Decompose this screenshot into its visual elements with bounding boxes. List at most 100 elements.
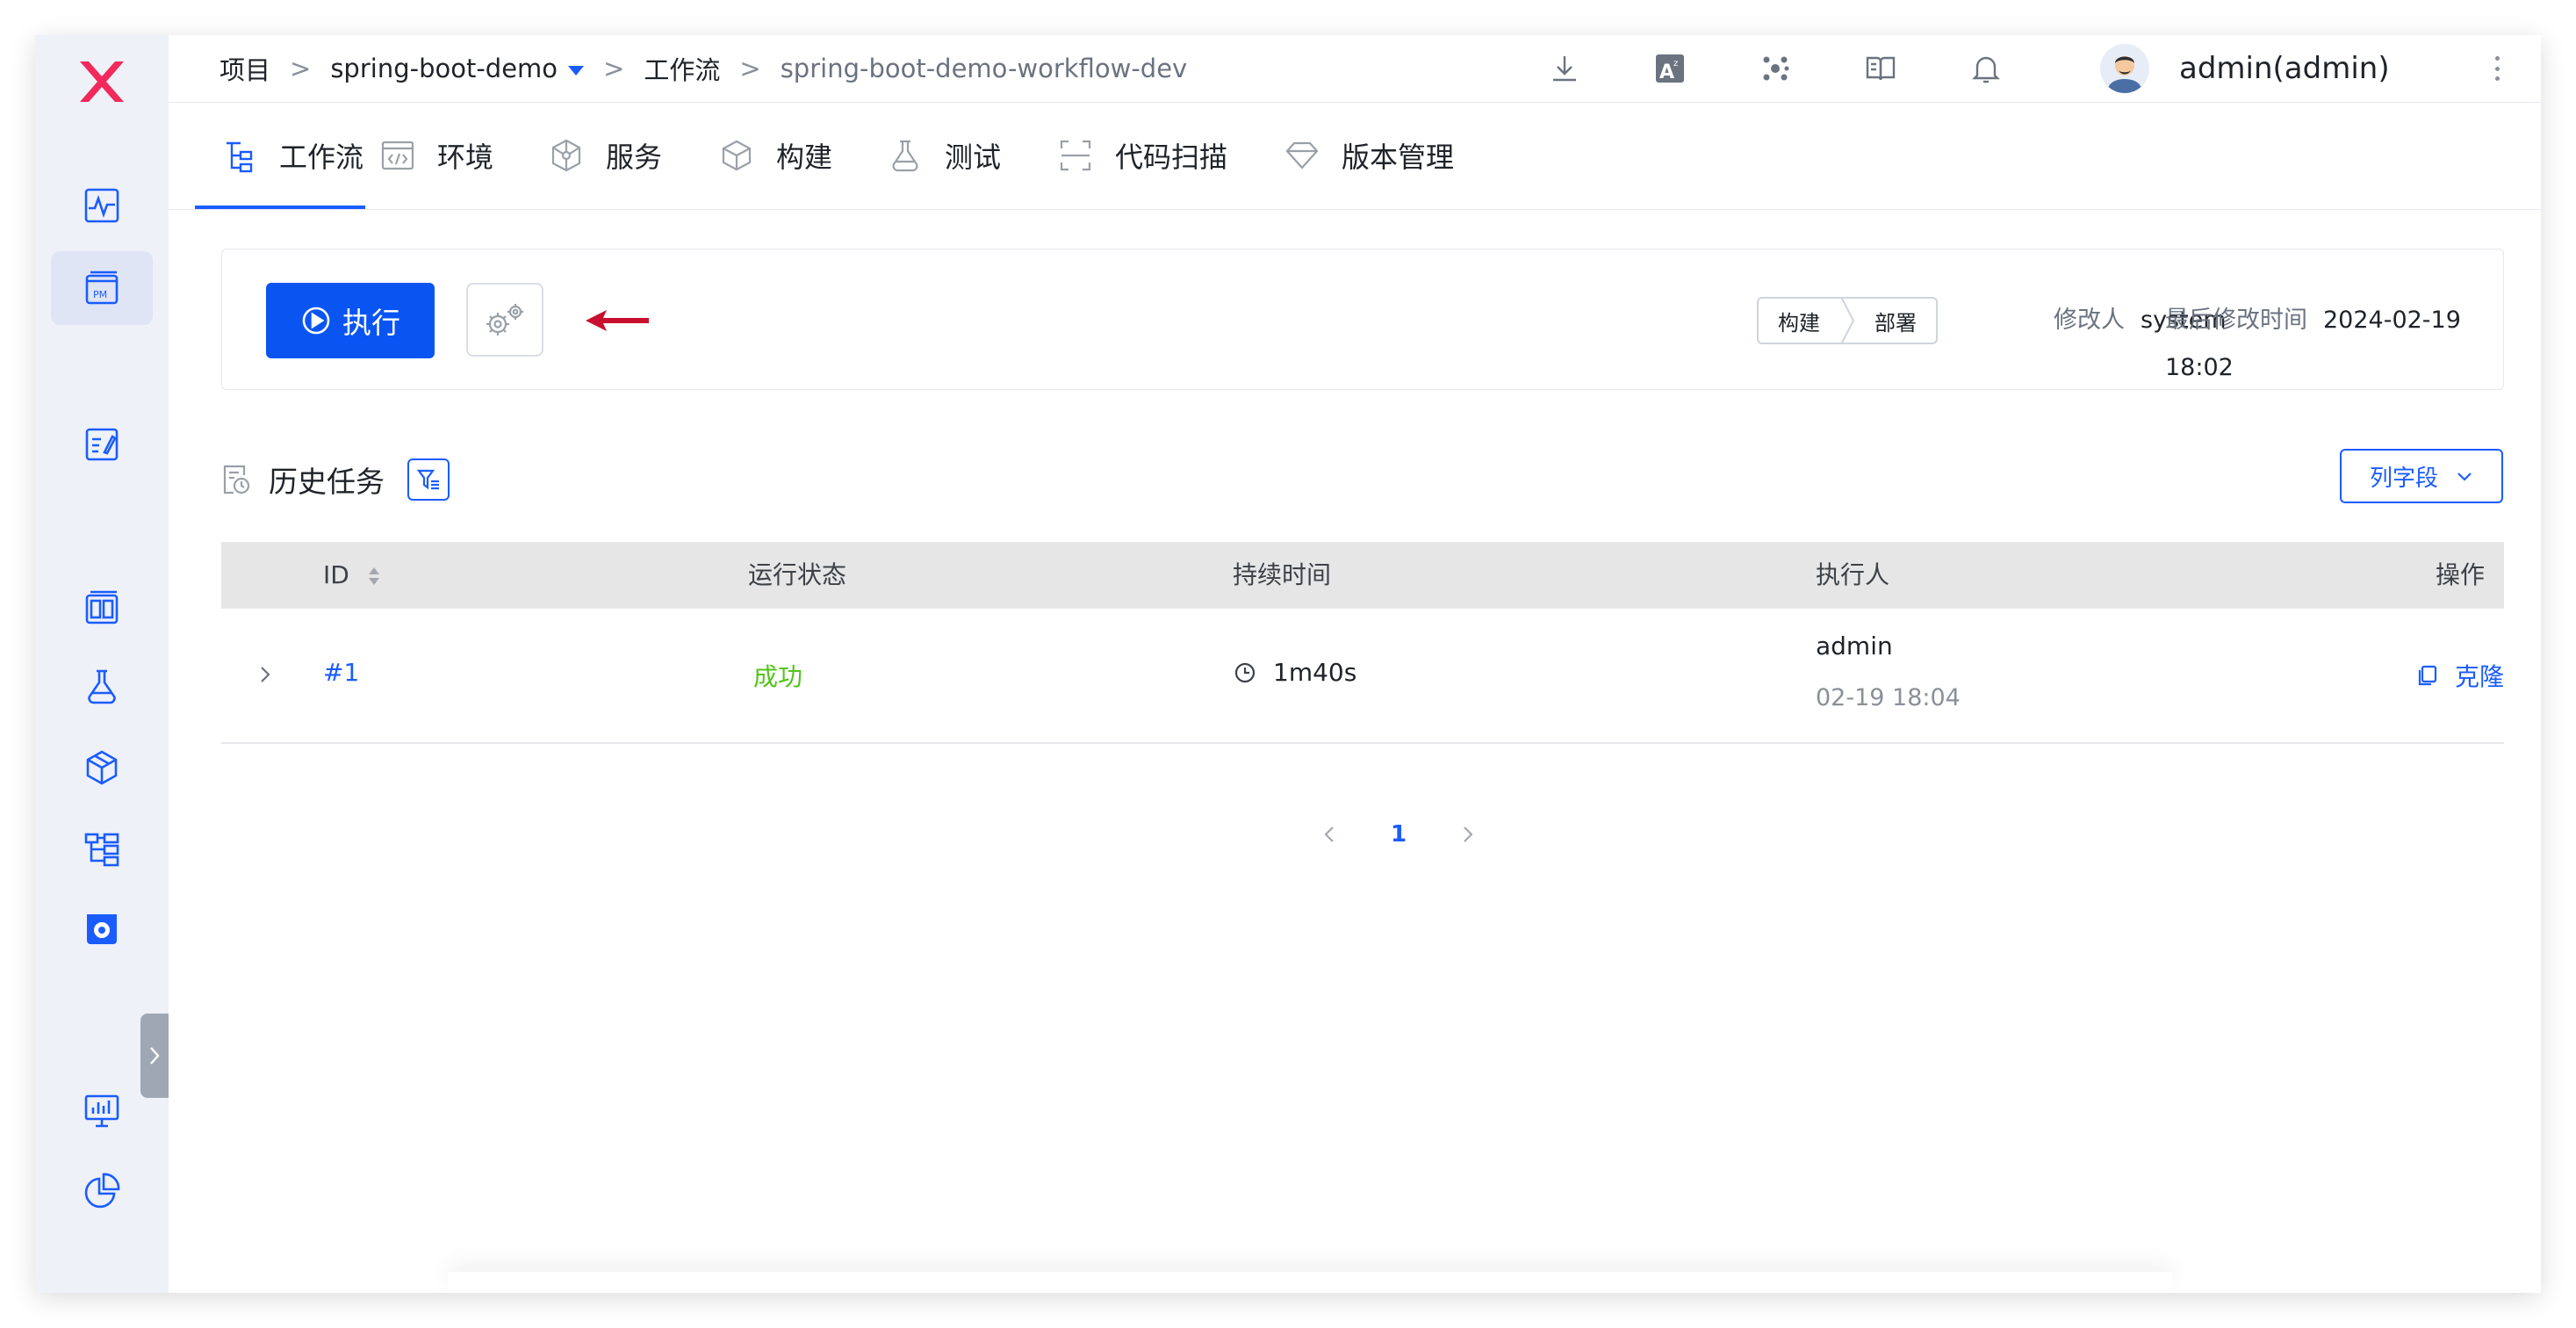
table-header: ID 运行状态 持续时间 执行人 操作 xyxy=(221,542,2504,609)
sidebar-item-settings[interactable] xyxy=(51,892,153,966)
sidebar-item-test[interactable] xyxy=(51,650,153,724)
breadcrumb-separator: > xyxy=(290,54,312,83)
tab-workflow[interactable]: 工作流 xyxy=(194,102,366,209)
sidebar-item-pulse[interactable] xyxy=(51,169,153,242)
history-table: ID 运行状态 持续时间 执行人 操作 #1 成功 1m40s admin 02… xyxy=(221,542,2504,744)
more-menu-icon[interactable] xyxy=(2486,51,2508,86)
edit-icon xyxy=(85,428,119,461)
tab-service[interactable]: 服务 xyxy=(548,102,662,209)
chevron-separator-icon xyxy=(1840,297,1855,344)
next-page-icon[interactable] xyxy=(1456,822,1480,847)
notifications-button[interactable] xyxy=(1967,49,2005,88)
package-icon xyxy=(86,750,118,785)
column-header-actions: 操作 xyxy=(2436,560,2486,589)
pm-icon: PM xyxy=(85,271,119,305)
code-icon xyxy=(381,141,414,170)
run-button[interactable]: 执行 xyxy=(266,283,435,358)
sidebar-item-edit[interactable] xyxy=(51,408,153,481)
stage-deploy[interactable]: 部署 xyxy=(1855,306,1936,336)
workflow-icon xyxy=(227,141,253,173)
zadig-x-logo[interactable] xyxy=(75,54,129,109)
stage-build[interactable]: 构建 xyxy=(1759,306,1839,336)
topbar: 项目 > spring-boot-demo > 工作流 > spring-boo… xyxy=(169,35,2541,103)
sidebar-collapse-handle[interactable] xyxy=(140,1014,169,1098)
clock-icon xyxy=(1234,662,1256,682)
red-arrow-annotation xyxy=(586,310,649,331)
breadcrumb-separator: > xyxy=(603,54,625,83)
avatar[interactable] xyxy=(2100,44,2149,93)
bottom-divider xyxy=(448,1272,2172,1293)
column-header-duration: 持续时间 xyxy=(1233,560,1332,589)
bell-icon xyxy=(1972,56,2000,83)
tab-build[interactable]: 构建 xyxy=(718,102,832,209)
tab-test[interactable]: 测试 xyxy=(887,102,1001,209)
tab-label: 工作流 xyxy=(279,141,364,174)
breadcrumb-workflows[interactable]: 工作流 xyxy=(644,50,720,87)
user-avatar-icon xyxy=(2100,44,2149,93)
duration-value: 1m40s xyxy=(1273,658,1357,687)
translate-button[interactable]: A z xyxy=(1651,49,1689,88)
sort-icon xyxy=(368,567,379,585)
user-name[interactable]: admin(admin) xyxy=(2179,35,2390,102)
module-tabs: 工作流 环境 服务 构建 测试 代码扫描 版本管理 xyxy=(169,102,2541,210)
history-filter-button[interactable] xyxy=(407,458,450,501)
docs-button[interactable] xyxy=(1861,49,1900,88)
flask-icon xyxy=(88,669,116,704)
box-icon xyxy=(722,140,752,171)
tab-label: 版本管理 xyxy=(1342,141,1455,174)
diamond-icon xyxy=(1285,141,1319,170)
history-header: 历史任务 xyxy=(221,448,450,511)
stage-indicator: 构建 部署 xyxy=(1757,297,1938,344)
column-header-label: ID xyxy=(323,560,349,589)
task-duration: 1m40s xyxy=(1233,658,1356,687)
sidebar-item-tree[interactable] xyxy=(51,812,153,885)
workflow-settings-button[interactable] xyxy=(466,283,543,357)
page-number[interactable]: 1 xyxy=(1391,821,1407,848)
tab-code-scan[interactable]: 代码扫描 xyxy=(1057,102,1227,209)
breadcrumb-projects[interactable]: 项目 xyxy=(219,50,270,87)
settings-icon xyxy=(87,914,117,944)
breadcrumb: 项目 > spring-boot-demo > 工作流 > spring-boo… xyxy=(219,35,1187,102)
modifier-label: 修改人 xyxy=(2054,307,2125,334)
chevron-right-icon[interactable] xyxy=(255,661,276,688)
breadcrumb-current: spring-boot-demo-workflow-dev xyxy=(780,54,1188,83)
run-button-label: 执行 xyxy=(342,306,400,340)
filter-icon xyxy=(416,469,439,490)
sidebar-item-pie[interactable] xyxy=(51,1154,153,1228)
column-header-executor: 执行人 xyxy=(1816,560,1890,589)
tab-label: 构建 xyxy=(776,141,833,174)
sidebar-item-package[interactable] xyxy=(51,731,153,805)
caret-down-icon xyxy=(568,65,585,76)
sidebar: PM xyxy=(35,35,169,1293)
breadcrumb-project-label: spring-boot-demo xyxy=(330,54,558,83)
sidebar-item-monitor[interactable] xyxy=(51,1073,153,1147)
breadcrumb-project[interactable]: spring-boot-demo xyxy=(330,54,585,83)
gears-icon xyxy=(486,304,523,336)
tab-label: 服务 xyxy=(606,141,663,174)
clone-button[interactable]: 克隆 xyxy=(2414,658,2504,693)
column-fields-dropdown[interactable]: 列字段 xyxy=(2340,449,2503,503)
svg-text:PM: PM xyxy=(93,289,107,300)
tab-version[interactable]: 版本管理 xyxy=(1284,102,1454,209)
sidebar-item-dashboard[interactable] xyxy=(51,571,153,645)
app-window: PM 项目 > spring-boot-demo > 工作流 > spring-… xyxy=(35,35,2541,1293)
history-title: 历史任务 xyxy=(269,465,385,499)
modified-time-info: 最后修改时间 2024-02-19 18:02 xyxy=(2165,297,2503,381)
chevron-down-icon xyxy=(2457,473,2472,481)
tab-label: 环境 xyxy=(437,141,494,174)
sidebar-item-pm[interactable]: PM xyxy=(51,251,153,325)
cluster-button[interactable] xyxy=(1756,49,1795,88)
pagination: 1 xyxy=(1317,808,1480,861)
column-header-id[interactable]: ID xyxy=(323,542,380,609)
svg-text:z: z xyxy=(1673,59,1678,69)
task-id-link[interactable]: #1 xyxy=(323,658,359,687)
copy-icon xyxy=(2418,665,2437,686)
tab-environment[interactable]: 环境 xyxy=(379,102,493,209)
pulse-icon xyxy=(84,188,119,223)
download-button[interactable] xyxy=(1545,49,1584,88)
tree-icon xyxy=(84,833,119,867)
table-row: #1 成功 1m40s admin 02-19 18:04 克隆 xyxy=(221,609,2504,744)
dashboard-icon xyxy=(85,590,119,624)
prev-page-icon[interactable] xyxy=(1317,822,1342,847)
cube-network-icon xyxy=(551,139,581,172)
